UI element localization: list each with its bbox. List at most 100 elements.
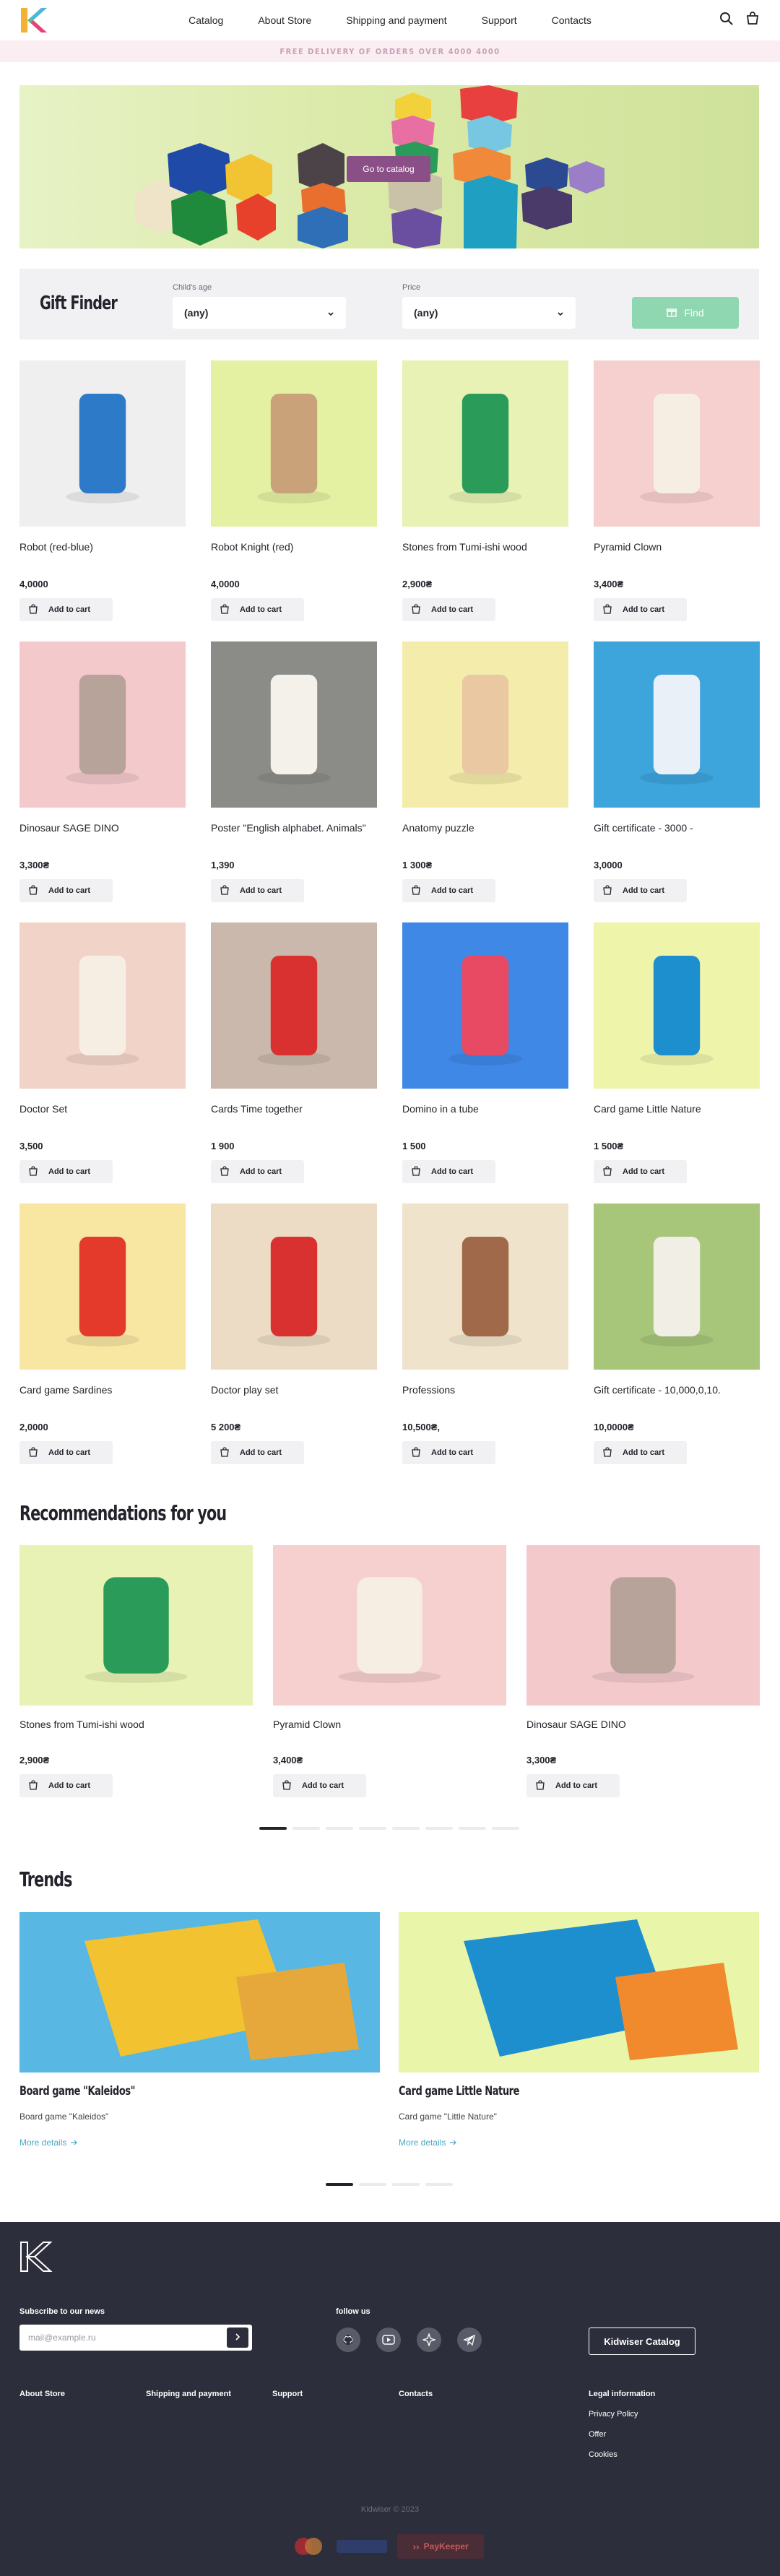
product-title[interactable]: Stones from Tumi-ishi wood — [20, 1719, 253, 1730]
product-card[interactable]: Doctor Set 3,500 Add to cart — [20, 922, 186, 1183]
cart-icon[interactable] — [745, 12, 760, 30]
product-image[interactable] — [20, 922, 186, 1089]
trend-image[interactable] — [399, 1912, 759, 2073]
add-to-cart-button[interactable]: Add to cart — [594, 1441, 687, 1464]
add-to-cart-button[interactable]: Add to cart — [594, 879, 687, 902]
product-image[interactable] — [594, 1203, 760, 1370]
product-image[interactable] — [20, 1545, 253, 1706]
footer-link-support[interactable]: Support — [272, 2390, 303, 2398]
product-image[interactable] — [211, 360, 377, 527]
cookies-link[interactable]: Cookies — [589, 2450, 618, 2459]
product-title[interactable]: Stones from Tumi-ishi wood — [402, 540, 568, 569]
product-card[interactable]: Dinosaur SAGE DINO 3,300₴ Add to cart — [20, 641, 186, 902]
trend-card[interactable]: Board game "Kaleidos" Board game "Kaleido… — [20, 1912, 380, 2148]
footer-link-about[interactable]: About Store — [20, 2390, 65, 2398]
product-image[interactable] — [402, 360, 568, 527]
price-select[interactable]: (any) — [402, 297, 576, 329]
search-icon[interactable] — [719, 12, 734, 30]
find-button[interactable]: Find — [632, 297, 739, 329]
pagination-dot[interactable] — [359, 1827, 386, 1830]
trend-image[interactable] — [20, 1912, 380, 2073]
product-card[interactable]: Domino in a tube 1 500 Add to cart — [402, 922, 568, 1183]
product-card[interactable]: Cards Time together 1 900 Add to cart — [211, 922, 377, 1183]
product-title[interactable]: Doctor Set — [20, 1102, 186, 1131]
product-title[interactable]: Professions — [402, 1383, 568, 1412]
more-details-link[interactable]: More details — [399, 2138, 759, 2148]
product-title[interactable]: Card game Sardines — [20, 1383, 186, 1412]
privacy-policy-link[interactable]: Privacy Policy — [589, 2410, 638, 2419]
add-to-cart-button[interactable]: Add to cart — [211, 1441, 304, 1464]
add-to-cart-button[interactable]: Add to cart — [20, 879, 113, 902]
add-to-cart-button[interactable]: Add to cart — [20, 1774, 113, 1797]
product-title[interactable]: Poster "English alphabet. Animals" — [211, 821, 377, 850]
pagination-dot[interactable] — [359, 2183, 386, 2186]
trend-title[interactable]: Card game Little Nature — [399, 2084, 705, 2099]
product-title[interactable]: Gift certificate - 3000 - — [594, 821, 760, 850]
add-to-cart-button[interactable]: Add to cart — [402, 879, 495, 902]
product-image[interactable] — [402, 1203, 568, 1370]
product-image[interactable] — [526, 1545, 760, 1706]
add-to-cart-button[interactable]: Add to cart — [211, 1160, 304, 1183]
add-to-cart-button[interactable]: Add to cart — [211, 879, 304, 902]
product-image[interactable] — [20, 360, 186, 527]
pagination-dot[interactable] — [425, 2183, 453, 2186]
product-image[interactable] — [211, 1203, 377, 1370]
add-to-cart-button[interactable]: Add to cart — [273, 1774, 366, 1797]
product-card[interactable]: Robot Knight (red) 4,0000 Add to cart — [211, 360, 377, 621]
recommendation-card[interactable]: Pyramid Clown 3,400₴ Add to cart — [273, 1545, 506, 1797]
add-to-cart-button[interactable]: Add to cart — [20, 1160, 113, 1183]
add-to-cart-button[interactable]: Add to cart — [20, 1441, 113, 1464]
product-card[interactable]: Stones from Tumi-ishi wood 2,900₴ Add to c… — [402, 360, 568, 621]
trend-title[interactable]: Board game "Kaleidos" — [20, 2084, 326, 2099]
product-card[interactable]: Robot (red-blue) 4,0000 Add to cart — [20, 360, 186, 621]
add-to-cart-button[interactable]: Add to cart — [594, 598, 687, 621]
add-to-cart-button[interactable]: Add to cart — [402, 1441, 495, 1464]
add-to-cart-button[interactable]: Add to cart — [211, 598, 304, 621]
nav-contacts[interactable]: Contacts — [552, 14, 592, 26]
pagination-dot[interactable] — [326, 2183, 353, 2186]
product-card[interactable]: Card game Little Nature 1 500₴ Add to cart — [594, 922, 760, 1183]
trend-card[interactable]: Card game Little Nature Card game "Little… — [399, 1912, 759, 2148]
product-card[interactable]: Professions 10,500₴, Add to cart — [402, 1203, 568, 1464]
product-card[interactable]: Pyramid Clown 3,400₴ Add to cart — [594, 360, 760, 621]
product-title[interactable]: Robot (red-blue) — [20, 540, 186, 569]
product-title[interactable]: Domino in a tube — [402, 1102, 568, 1131]
nav-about-store[interactable]: About Store — [258, 14, 311, 26]
product-title[interactable]: Gift certificate - 10,000,0,10. — [594, 1383, 760, 1412]
nav-shipping-payment[interactable]: Shipping and payment — [346, 14, 446, 26]
product-title[interactable]: Dinosaur SAGE DINO — [526, 1719, 760, 1730]
github-icon[interactable] — [336, 2328, 360, 2352]
product-image[interactable] — [594, 360, 760, 527]
product-image[interactable] — [594, 922, 760, 1089]
sparkle-icon[interactable] — [417, 2328, 441, 2352]
kidwiser-catalog-button[interactable]: Kidwiser Catalog — [589, 2328, 696, 2355]
pagination-dot[interactable] — [259, 1827, 287, 1830]
pagination-dot[interactable] — [392, 1827, 420, 1830]
recommendation-card[interactable]: Dinosaur SAGE DINO 3,300₴ Add to cart — [526, 1545, 760, 1797]
logo[interactable] — [20, 6, 48, 35]
pagination-dot[interactable] — [326, 1827, 353, 1830]
footer-link-contacts[interactable]: Contacts — [399, 2390, 433, 2398]
product-card[interactable]: Anatomy puzzle 1 300₴ Add to cart — [402, 641, 568, 902]
more-details-link[interactable]: More details — [20, 2138, 380, 2148]
product-card[interactable]: Poster "English alphabet. Animals" 1,390 A… — [211, 641, 377, 902]
add-to-cart-button[interactable]: Add to cart — [402, 598, 495, 621]
add-to-cart-button[interactable]: Add to cart — [526, 1774, 620, 1797]
go-to-catalog-button[interactable]: Go to catalog — [347, 156, 430, 182]
product-title[interactable]: Doctor play set — [211, 1383, 377, 1412]
product-title[interactable]: Pyramid Clown — [594, 540, 760, 569]
product-image[interactable] — [273, 1545, 506, 1706]
product-card[interactable]: Doctor play set 5 200₴ Add to cart — [211, 1203, 377, 1464]
offer-link[interactable]: Offer — [589, 2430, 606, 2439]
subscribe-submit-button[interactable] — [227, 2328, 248, 2348]
nav-support[interactable]: Support — [482, 14, 517, 26]
product-image[interactable] — [20, 641, 186, 808]
product-title[interactable]: Card game Little Nature — [594, 1102, 760, 1131]
nav-catalog[interactable]: Catalog — [188, 14, 223, 26]
product-card[interactable]: Gift certificate - 3000 - 3,0000 Add to ca… — [594, 641, 760, 902]
product-card[interactable]: Card game Sardines 2,0000 Add to cart — [20, 1203, 186, 1464]
email-field[interactable] — [20, 2325, 252, 2351]
telegram-icon[interactable] — [457, 2328, 482, 2352]
footer-logo-icon[interactable] — [20, 2241, 53, 2273]
pagination-dot[interactable] — [492, 1827, 519, 1830]
